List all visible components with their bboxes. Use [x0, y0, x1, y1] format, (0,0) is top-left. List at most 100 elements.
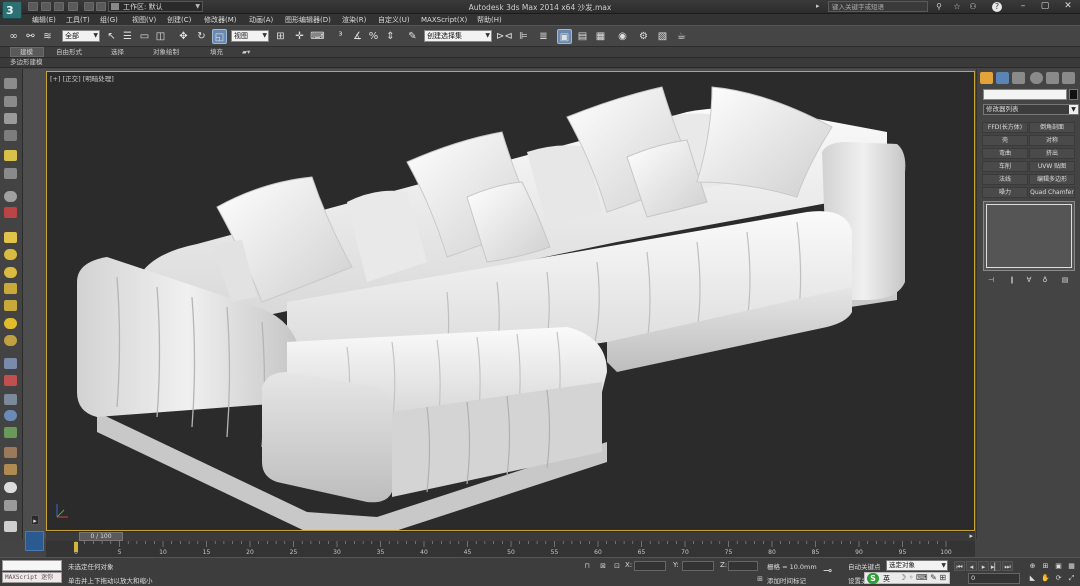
animal-icon[interactable]: [4, 464, 17, 475]
hierarchy-tab-icon[interactable]: [1012, 72, 1025, 84]
rendered-frame-icon[interactable]: ▧: [655, 29, 670, 44]
goto-start-icon[interactable]: ⏮: [954, 561, 965, 571]
y-coordinate-field[interactable]: [682, 561, 714, 571]
menu-help[interactable]: 帮助(H): [477, 15, 502, 25]
modifier-uvw-map-button[interactable]: UVW 贴图: [1029, 161, 1075, 172]
door-icon[interactable]: [4, 500, 17, 511]
chevron-right-icon[interactable]: ▸: [31, 515, 39, 525]
remove-modifier-icon[interactable]: ♁: [1039, 275, 1051, 286]
link-icon[interactable]: ∞: [6, 29, 21, 44]
mirror-icon[interactable]: ⊳⊲: [496, 29, 513, 44]
modifier-symmetry-button[interactable]: 对称: [1029, 135, 1075, 146]
modifier-stack-list[interactable]: [986, 204, 1072, 268]
minimize-button[interactable]: –: [1014, 1, 1032, 12]
unlink-icon[interactable]: ⚯: [23, 29, 38, 44]
grid-icon[interactable]: [4, 130, 17, 141]
object-name-field[interactable]: [983, 89, 1067, 100]
sogou-ime-icon[interactable]: S: [867, 573, 879, 584]
menu-rendering[interactable]: 渲染(R): [342, 15, 366, 25]
modifier-normal-button[interactable]: 法线: [982, 174, 1028, 185]
foliage-icon[interactable]: [4, 427, 17, 438]
modifier-extrude-button[interactable]: 挤出: [1029, 148, 1075, 159]
align-icon[interactable]: ⊫: [516, 29, 531, 44]
maxscript-mini-listener[interactable]: MAXScript 迷你: [2, 572, 62, 583]
list-icon[interactable]: [4, 113, 17, 124]
biped-icon[interactable]: [4, 447, 17, 458]
configure-sets-icon[interactable]: ▤: [1059, 275, 1071, 286]
curve-editor-icon[interactable]: ▤: [575, 29, 590, 44]
new-file-icon[interactable]: [28, 2, 38, 11]
ime-toolbar[interactable]: S 英 ☽ ◦ ⌨ ✎ ⊞: [864, 572, 950, 584]
schematic-view-icon[interactable]: ▦: [593, 29, 608, 44]
helper-icon[interactable]: [4, 207, 17, 218]
spinner-snap-icon[interactable]: ⇕: [383, 29, 398, 44]
lock-icon[interactable]: ⊓: [582, 561, 592, 571]
time-slider-thumb[interactable]: 0 / 100: [79, 532, 123, 541]
time-slider[interactable]: 0 / 100 ▸: [46, 531, 975, 541]
render-setup-icon[interactable]: ⚙: [636, 29, 651, 44]
key-icon[interactable]: ⊸: [823, 564, 843, 577]
tab-selection[interactable]: 选择: [111, 48, 124, 57]
menu-tools[interactable]: 工具(T): [66, 15, 90, 25]
ime-language-indicator[interactable]: 英: [883, 574, 890, 584]
perspective-viewport[interactable]: [+] [正交] [明暗处理]: [46, 71, 975, 531]
menu-create[interactable]: 创建(C): [167, 15, 191, 25]
track-bar[interactable]: 0 5 10 15 20 25 30 35 40 45 50 55 60 65 70 75 80 85 90 95 10…: [46, 541, 975, 557]
close-button[interactable]: ✕: [1059, 1, 1077, 12]
cone-icon[interactable]: [4, 300, 17, 311]
z-coordinate-field[interactable]: [728, 561, 758, 571]
orbit-icon[interactable]: ⟳: [1053, 573, 1064, 583]
menu-group[interactable]: 组(G): [100, 15, 118, 25]
star-icon[interactable]: ☆: [952, 2, 962, 12]
sphere-icon[interactable]: [4, 191, 17, 202]
select-by-name-icon[interactable]: ☰: [120, 29, 135, 44]
geosphere-icon[interactable]: [4, 335, 17, 346]
utilities-tab-icon[interactable]: [1062, 72, 1075, 84]
tab-populate[interactable]: 填充: [210, 48, 223, 57]
next-frame-icon[interactable]: ▸▏: [990, 561, 1001, 571]
light-icon[interactable]: [4, 150, 17, 161]
modifier-shell-button[interactable]: 壳: [982, 135, 1028, 146]
help-icon[interactable]: ?: [992, 2, 1002, 12]
pan-icon[interactable]: ✋: [1040, 573, 1051, 583]
torus-icon[interactable]: [4, 283, 17, 294]
project-folder-icon[interactable]: [96, 2, 106, 11]
workspace-dropdown[interactable]: 工作区: 默认 ▼: [108, 1, 203, 12]
undo-icon[interactable]: [68, 2, 78, 11]
zoom-icon[interactable]: ⊕: [1027, 561, 1038, 571]
maxscript-listener-field[interactable]: [2, 560, 62, 571]
pivot-center-icon[interactable]: ⊞: [273, 29, 288, 44]
play-icon[interactable]: ▸: [978, 561, 989, 571]
select-scale-icon[interactable]: ◱: [212, 29, 227, 44]
app-logo[interactable]: 3: [2, 1, 22, 19]
tab-modeling[interactable]: 建模: [20, 48, 33, 57]
chevron-right-icon[interactable]: ▸: [969, 532, 973, 540]
keyboard-shortcut-icon[interactable]: ⌨: [310, 29, 325, 44]
camera-icon[interactable]: [4, 168, 17, 179]
scene-explorer-icon[interactable]: [4, 78, 17, 89]
modifier-stack[interactable]: [983, 201, 1075, 271]
menu-views[interactable]: 视图(V): [132, 15, 156, 25]
reference-coord-dropdown[interactable]: 视图 ▼: [231, 30, 269, 42]
menu-edit[interactable]: 编辑(E): [32, 15, 56, 25]
bind-spacewarp-icon[interactable]: ≋: [40, 29, 55, 44]
modifier-lathe-button[interactable]: 车削: [982, 161, 1028, 172]
ball-icon[interactable]: [4, 482, 17, 493]
menu-modifiers[interactable]: 修改器(M): [204, 15, 237, 25]
window-crossing-icon[interactable]: ◫: [153, 29, 168, 44]
percent-snap-icon[interactable]: %: [366, 29, 381, 44]
search-input[interactable]: 键入关键字或短语: [828, 1, 928, 12]
menu-graph-editors[interactable]: 图形编辑器(D): [285, 15, 331, 25]
save-file-icon[interactable]: [54, 2, 64, 11]
page-icon[interactable]: [4, 521, 17, 532]
sofa-model[interactable]: [47, 72, 975, 531]
lock-selection-icon[interactable]: ⊠: [598, 561, 608, 571]
patch-icon[interactable]: [4, 394, 17, 405]
modifier-bevel-profile-button[interactable]: 倒角剖面: [1029, 122, 1075, 133]
absolute-mode-icon[interactable]: ⊡: [612, 561, 622, 571]
x-coordinate-field[interactable]: [634, 561, 666, 571]
render-production-icon[interactable]: ☕: [674, 29, 689, 44]
modifier-quad-chamfer-button[interactable]: Quad Chamfer: [1029, 187, 1075, 198]
modifier-bend-button[interactable]: 弯曲: [982, 148, 1028, 159]
modify-tab-icon[interactable]: [996, 72, 1009, 84]
